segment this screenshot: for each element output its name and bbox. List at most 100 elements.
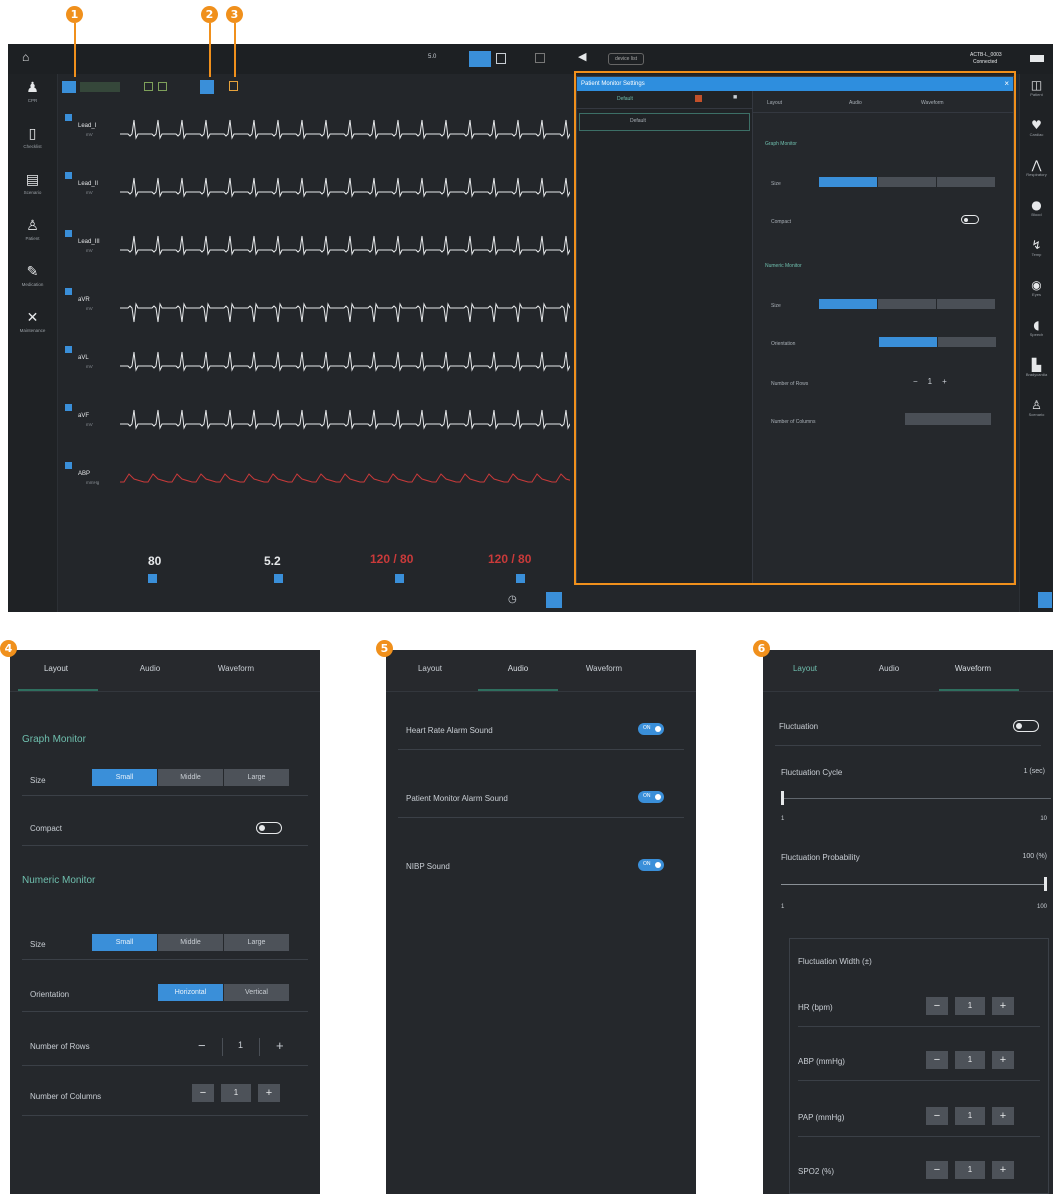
screenshot-icon[interactable] <box>535 53 545 63</box>
home-icon[interactable]: ⌂ <box>22 50 29 64</box>
size-middle-option[interactable]: Middle <box>158 769 223 786</box>
fluctuation-toggle[interactable] <box>1013 720 1039 732</box>
numeric-size-middle-option[interactable]: Middle <box>158 934 223 951</box>
monitor-settings-button[interactable] <box>62 81 76 93</box>
temp-check[interactable] <box>274 574 283 583</box>
abp-width-decrease[interactable]: − <box>926 1051 948 1069</box>
right-nav-item[interactable]: ♥ Cardiac <box>1020 114 1053 154</box>
rows-increase-button[interactable]: + <box>276 1038 284 1053</box>
heart-rate-alarm-toggle[interactable]: ON <box>638 723 664 735</box>
right-nav-item[interactable]: ⋀ Respiratory <box>1020 154 1053 194</box>
nibp-sound-toggle[interactable]: ON <box>638 859 664 871</box>
lead-checkbox[interactable] <box>65 462 72 469</box>
nibp-sound-row: NIBP Sound ON <box>398 850 684 886</box>
cycle-value: 1 (sec) <box>1023 768 1045 775</box>
left-nav-item[interactable]: ✎ Medication <box>8 258 57 304</box>
hr-width-increase[interactable]: + <box>992 997 1014 1015</box>
size-selector: Small Middle Large <box>92 769 290 786</box>
columns-row: Number of Columns − 1 + <box>22 1080 308 1116</box>
tab-audio[interactable]: Audio <box>849 664 929 673</box>
right-nav-item[interactable]: ● Blood <box>1020 194 1053 234</box>
lead-checkbox[interactable] <box>65 288 72 295</box>
probability-slider-knob[interactable] <box>1044 877 1047 891</box>
expand-button[interactable] <box>546 592 562 608</box>
columns-value: 1 <box>221 1084 251 1102</box>
tab-waveform[interactable]: Waveform <box>196 664 276 673</box>
columns-increase-button[interactable]: + <box>258 1084 280 1102</box>
lead-row: ABP mmHg <box>60 460 570 506</box>
freeze-button[interactable] <box>200 80 214 94</box>
device-pill[interactable]: device list <box>608 53 644 65</box>
lead-checkbox[interactable] <box>65 404 72 411</box>
monitor-alarm-toggle[interactable]: ON <box>638 791 664 803</box>
left-nav-item[interactable]: ✕ Maintenance <box>8 304 57 350</box>
compact-toggle[interactable] <box>256 822 282 834</box>
size-small-option[interactable]: Small <box>92 769 157 786</box>
pap-width-decrease[interactable]: − <box>926 1107 948 1125</box>
lead-unit: mV <box>86 422 93 427</box>
lead-unit: mV <box>86 190 93 195</box>
right-nav-item[interactable]: ▙ Bradycardia <box>1020 354 1053 394</box>
lead-checkbox[interactable] <box>65 172 72 179</box>
lead-checkbox[interactable] <box>65 346 72 353</box>
orientation-selector: Horizontal Vertical <box>158 984 290 1001</box>
tab-layout[interactable]: Layout <box>765 664 845 673</box>
right-nav-item[interactable]: ♙ Scenario <box>1020 394 1053 434</box>
abp-check-1[interactable] <box>395 574 404 583</box>
right-nav-item[interactable]: ◫ Patient <box>1020 74 1053 114</box>
speaker-icon[interactable]: ◀ <box>578 50 586 63</box>
size-large-option[interactable]: Large <box>224 769 289 786</box>
left-nav-item[interactable]: ♙ Patient <box>8 212 57 258</box>
confirm-button[interactable] <box>1038 592 1052 608</box>
hr-width-decrease[interactable]: − <box>926 997 948 1015</box>
lock-icon[interactable] <box>229 81 238 91</box>
numeric-size-large-option[interactable]: Large <box>224 934 289 951</box>
clock-icon[interactable]: ◷ <box>508 594 517 605</box>
spo2-width-increase[interactable]: + <box>992 1161 1014 1179</box>
lead-row: Lead_III mV <box>60 228 570 274</box>
drop-icon: ● <box>1031 198 1042 212</box>
audio-panel-tabs: Layout Audio Waveform <box>386 650 696 692</box>
layout-1-button[interactable] <box>469 51 491 67</box>
numeric-size-selector: Small Middle Large <box>92 934 290 951</box>
pap-width-increase[interactable]: + <box>992 1107 1014 1125</box>
left-nav-item[interactable]: ▯ Checklist <box>8 120 57 166</box>
layout-2-button[interactable] <box>496 53 506 64</box>
left-nav-item[interactable]: ▤ Scenario <box>8 166 57 212</box>
lead-checkbox[interactable] <box>65 114 72 121</box>
right-nav-item[interactable]: ◖ Speech <box>1020 314 1053 354</box>
hr-check[interactable] <box>148 574 157 583</box>
lead-checkbox[interactable] <box>65 230 72 237</box>
tab-layout[interactable]: Layout <box>390 664 470 673</box>
view-toggle-1[interactable] <box>144 82 153 91</box>
numeric-size-small-option[interactable]: Small <box>92 934 157 951</box>
right-nav-label: Blood <box>1031 212 1042 217</box>
lead-name: aVL <box>78 355 89 361</box>
spo2-width-value: 1 <box>955 1161 985 1179</box>
columns-decrease-button[interactable]: − <box>192 1084 214 1102</box>
view-toggle-2[interactable] <box>158 82 167 91</box>
tab-audio[interactable]: Audio <box>110 664 190 673</box>
tab-underline <box>478 689 558 691</box>
tab-layout[interactable]: Layout <box>16 664 96 673</box>
right-nav-item[interactable]: ↯ Temp <box>1020 234 1053 274</box>
speaker-icon: ◖ <box>1033 318 1040 332</box>
right-nav-item[interactable]: ◉ Eyes <box>1020 274 1053 314</box>
left-nav-item[interactable]: ♟ CPR <box>8 74 57 120</box>
monitor-alarm-label: Patient Monitor Alarm Sound <box>406 794 508 803</box>
orientation-vertical-option[interactable]: Vertical <box>224 984 289 1001</box>
left-nav-label: CPR <box>27 98 38 103</box>
cycle-slider-knob[interactable] <box>781 791 784 805</box>
columns-stepper: − 1 + <box>192 1084 287 1102</box>
spo2-width-decrease[interactable]: − <box>926 1161 948 1179</box>
tab-audio[interactable]: Audio <box>478 664 558 673</box>
tab-waveform[interactable]: Waveform <box>933 664 1013 673</box>
cycle-slider[interactable] <box>781 791 1051 805</box>
abp-width-increase[interactable]: + <box>992 1051 1014 1069</box>
probability-slider[interactable] <box>781 877 1047 891</box>
rows-decrease-button[interactable]: − <box>198 1038 206 1053</box>
orientation-horizontal-option[interactable]: Horizontal <box>158 984 223 1001</box>
abp-check-2[interactable] <box>516 574 525 583</box>
tab-waveform[interactable]: Waveform <box>564 664 644 673</box>
tab-underline <box>939 689 1019 691</box>
